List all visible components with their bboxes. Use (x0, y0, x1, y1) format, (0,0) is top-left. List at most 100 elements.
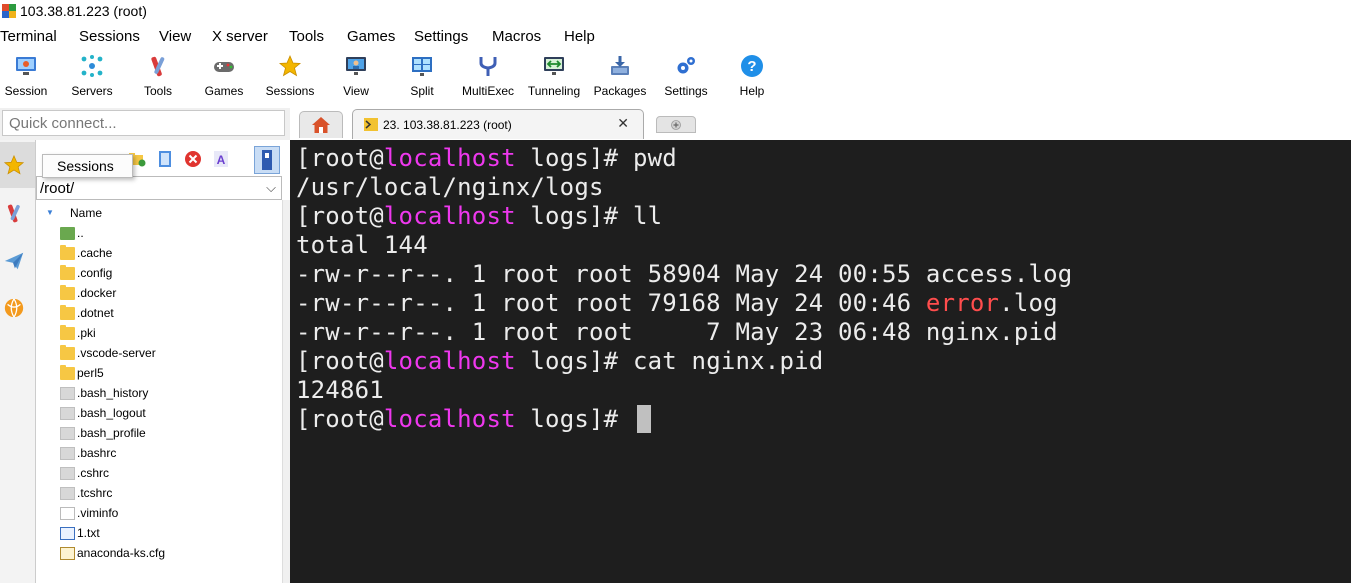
quick-connect-input[interactable] (2, 110, 285, 136)
sessions-side-tab[interactable] (0, 142, 35, 188)
macros-side-tab[interactable] (0, 238, 35, 284)
output-text: 124861 (296, 376, 384, 404)
file-row[interactable]: .bash_history (36, 384, 282, 404)
terminal-line: total 144 (296, 231, 428, 259)
multiexec-button[interactable]: MultiExec (456, 52, 520, 104)
menu-bar: Terminal Sessions View X server Tools Ga… (0, 24, 1351, 50)
close-tab-icon[interactable]: ✕ (617, 115, 629, 132)
menu-sessions[interactable]: Sessions (79, 28, 140, 45)
file-row[interactable]: .config (36, 264, 282, 284)
file-row[interactable]: 1.txt (36, 524, 282, 544)
settings-button[interactable]: Settings (654, 52, 718, 104)
parent-folder-icon (60, 227, 75, 240)
paper-plane-icon (4, 252, 24, 270)
view-monitor-icon (346, 57, 366, 75)
hidden-file-icon (60, 427, 75, 440)
menu-tools[interactable]: Tools (289, 28, 324, 45)
session-tab[interactable]: 23. 103.38.81.223 (root) ✕ (352, 109, 644, 139)
file-row[interactable]: .pki (36, 324, 282, 344)
prompt-user: [root@ (296, 144, 384, 172)
file-row[interactable]: .bash_profile (36, 424, 282, 444)
servers-button[interactable]: Servers (60, 52, 124, 104)
file-row[interactable]: .docker (36, 284, 282, 304)
terminal-line: -rw-r--r--. 1 root root 58904 May 24 00:… (296, 260, 1072, 288)
sftp-scrollbar[interactable] (282, 200, 290, 583)
file-name: anaconda-ks.cfg (77, 546, 166, 560)
file-row[interactable]: anaconda-ks.cfg (36, 544, 282, 564)
packages-button[interactable]: Packages (588, 52, 652, 104)
hidden-file-icon (60, 447, 75, 460)
file-row[interactable]: .cache (36, 244, 282, 264)
toolbar: Session Servers Tools Games Sessions Vie… (0, 50, 1351, 108)
terminal-line: -rw-r--r--. 1 root root 7 May 23 06:48 n… (296, 318, 1058, 346)
file-row[interactable]: .cshrc (36, 464, 282, 484)
file-name: .viminfo (77, 506, 119, 520)
file-name: 1.txt (77, 526, 100, 540)
tools-button[interactable]: Tools (126, 52, 190, 104)
prompt-dir: logs]# (515, 202, 633, 230)
window-title: 103.38.81.223 (root) (20, 3, 147, 19)
new-tab-button[interactable] (656, 116, 696, 133)
file-name: .dotnet (77, 306, 114, 320)
new-file-icon[interactable] (156, 150, 174, 168)
sessions-button[interactable]: Sessions (258, 52, 322, 104)
terminal-output[interactable]: [root@localhost logs]# pwd/usr/local/ngi… (290, 140, 1351, 583)
svg-text:?: ? (747, 58, 756, 75)
file-row[interactable]: .viminfo (36, 504, 282, 524)
tunneling-button[interactable]: Tunneling (522, 52, 586, 104)
terminal-line: /usr/local/nginx/logs (296, 173, 604, 201)
tools-icon (151, 56, 165, 77)
rename-icon[interactable]: A (212, 150, 230, 168)
file-row[interactable]: .. (36, 224, 282, 244)
home-icon (312, 117, 330, 133)
home-tab[interactable] (299, 111, 343, 138)
menu-terminal[interactable]: Terminal (0, 28, 57, 45)
name-column-header[interactable]: ▼ Name (36, 204, 282, 224)
file-row[interactable]: .tcshrc (36, 484, 282, 504)
menu-games[interactable]: Games (347, 28, 395, 45)
prompt-user: [root@ (296, 405, 384, 433)
app-logo-icon (2, 4, 16, 18)
prompt-user: [root@ (296, 347, 384, 375)
current-path: /root/ (40, 180, 75, 197)
folder-icon (60, 285, 75, 300)
file-name: .. (77, 226, 84, 240)
command-text: pwd (632, 144, 677, 172)
file-name: perl5 (77, 366, 104, 380)
follow-terminal-toggle[interactable] (254, 146, 280, 174)
side-tab-strip (0, 140, 36, 583)
help-button[interactable]: ? Help (720, 52, 784, 104)
view-button[interactable]: View (324, 52, 388, 104)
file-row[interactable]: .vscode-server (36, 344, 282, 364)
chevron-down-icon: ⌵ (266, 180, 276, 195)
file-name: .bashrc (77, 446, 117, 460)
menu-help[interactable]: Help (564, 28, 595, 45)
folder-icon (60, 365, 75, 380)
sftp-side-tab[interactable] (0, 286, 35, 332)
path-dropdown[interactable]: /root/ ⌵ (36, 176, 282, 200)
file-row[interactable]: .dotnet (36, 304, 282, 324)
terminal-line: [root@localhost logs]# cat nginx.pid (296, 347, 823, 375)
folder-icon (60, 265, 75, 280)
split-button[interactable]: Split (390, 52, 454, 104)
folder-icon (60, 245, 75, 260)
file-row[interactable]: .bashrc (36, 444, 282, 464)
file-row[interactable]: .bash_logout (36, 404, 282, 424)
delete-icon[interactable] (184, 150, 202, 168)
file-row[interactable]: perl5 (36, 364, 282, 384)
menu-x-server[interactable]: X server (212, 28, 268, 45)
folder-icon (60, 345, 75, 360)
config-file-icon (60, 547, 75, 560)
listing-meta: -rw-r--r--. 1 root root 7 May 23 06:48 (296, 318, 926, 346)
quick-connect-bar (0, 108, 290, 140)
menu-view[interactable]: View (159, 28, 191, 45)
listing-filename-ext: .log (999, 289, 1058, 317)
tools-side-tab[interactable] (0, 190, 35, 236)
menu-macros[interactable]: Macros (492, 28, 541, 45)
follow-folder-icon (262, 150, 272, 170)
output-text: /usr/local/nginx/logs (296, 173, 604, 201)
games-button[interactable]: Games (192, 52, 256, 104)
star-icon (278, 54, 302, 77)
menu-settings[interactable]: Settings (414, 28, 468, 45)
terminal-line: -rw-r--r--. 1 root root 79168 May 24 00:… (296, 289, 1058, 317)
